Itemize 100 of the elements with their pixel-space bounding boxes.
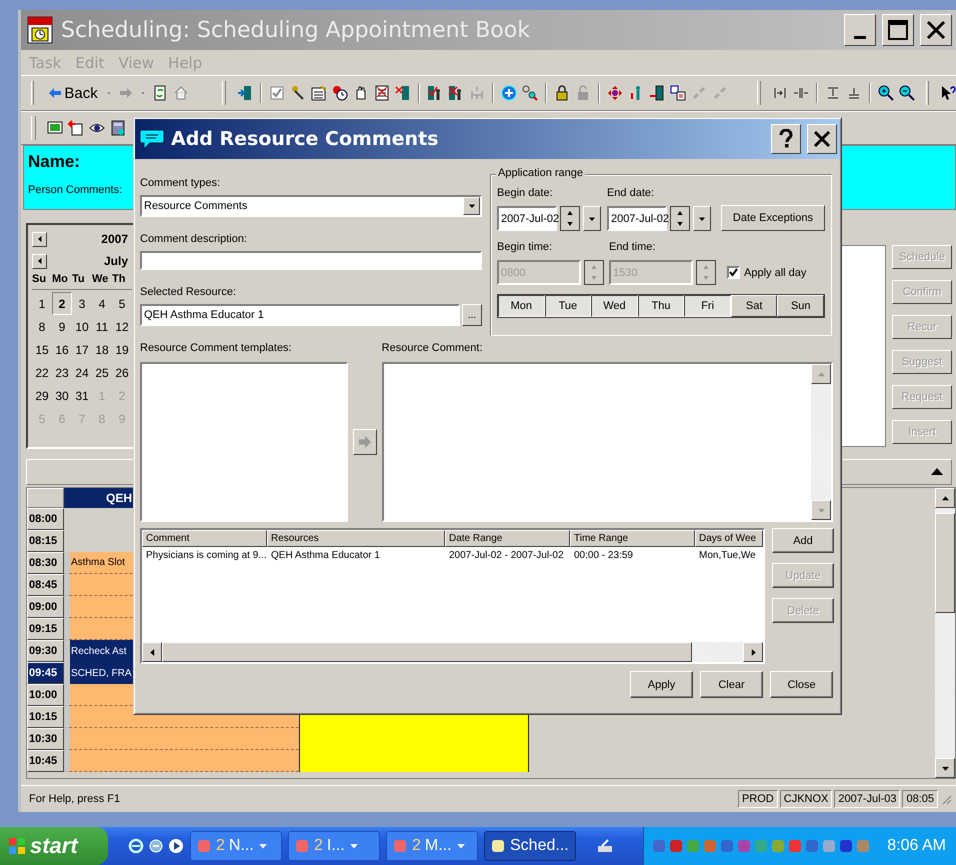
comment-type-dropdown[interactable]: Resource Comments <box>140 195 482 217</box>
templates-list[interactable] <box>140 362 348 522</box>
grid-icon[interactable] <box>670 85 686 101</box>
spin-button[interactable] <box>696 260 716 285</box>
spin-button[interactable] <box>670 206 690 231</box>
time-cell[interactable]: 09:45 <box>27 662 64 684</box>
spin-button[interactable] <box>584 260 604 285</box>
slot-cell[interactable] <box>64 750 299 772</box>
close-button[interactable] <box>807 124 837 154</box>
calculator-icon[interactable] <box>110 120 126 136</box>
dialog-button[interactable]: Close <box>770 671 833 698</box>
calendar-day[interactable]: 4 <box>92 292 112 315</box>
calendar-day[interactable]: 16 <box>52 338 72 361</box>
align-icon[interactable] <box>792 85 809 101</box>
day-toggle[interactable]: Mon <box>498 295 545 317</box>
person-icon[interactable] <box>426 85 443 101</box>
day-toggle[interactable]: Sat <box>730 295 778 317</box>
calendar-day[interactable]: 25 <box>92 361 112 384</box>
zoom-out-icon[interactable] <box>898 85 915 101</box>
taskbar-button[interactable]: Sched... <box>484 831 576 861</box>
resource-field[interactable]: QEH Asthma Educator 1 <box>140 304 460 326</box>
dialog-button[interactable]: Clear <box>700 671 763 698</box>
zoom-in-icon[interactable] <box>878 85 894 101</box>
home-icon[interactable] <box>172 85 189 101</box>
scrollbar[interactable] <box>142 642 763 662</box>
browser-icon[interactable] <box>128 838 144 854</box>
calendar-day[interactable]: 5 <box>112 292 132 315</box>
taskbar-button[interactable]: 2 N... <box>190 831 282 861</box>
help-button[interactable] <box>771 124 801 154</box>
calendar-day[interactable]: 10 <box>72 315 92 338</box>
magnifier-icon[interactable] <box>522 85 538 101</box>
dropdown-button[interactable] <box>583 206 601 231</box>
dialog-button[interactable]: Apply <box>630 671 693 698</box>
list-icon[interactable] <box>374 85 390 101</box>
calendar-day[interactable]: 9 <box>52 315 72 338</box>
day-toggle[interactable]: Wed <box>591 295 638 317</box>
refresh-icon[interactable] <box>152 85 168 101</box>
lock-icon[interactable] <box>554 85 570 101</box>
pushpin-icon[interactable] <box>290 85 306 101</box>
time-cell[interactable]: 09:30 <box>27 640 64 662</box>
time-cell[interactable]: 08:30 <box>27 552 64 574</box>
monitor-icon[interactable] <box>47 120 63 136</box>
time-cell[interactable]: 08:15 <box>27 530 64 552</box>
calendar-day[interactable]: 17 <box>72 338 92 361</box>
calendar-day[interactable]: 24 <box>72 361 92 384</box>
calendar-day[interactable]: 12 <box>112 315 132 338</box>
time-cell[interactable]: 10:45 <box>27 750 64 772</box>
calendar-day[interactable]: 31 <box>72 384 92 407</box>
person-icon[interactable] <box>448 85 464 101</box>
scrollbar[interactable] <box>935 488 955 778</box>
calendar-day[interactable]: 26 <box>112 361 132 384</box>
column-header[interactable]: Date Range <box>445 530 570 547</box>
time-cell[interactable]: 08:45 <box>27 574 64 596</box>
date-exceptions-button[interactable]: Date Exceptions <box>720 205 825 231</box>
plus-icon[interactable] <box>500 85 517 101</box>
spin-button[interactable] <box>560 206 580 231</box>
calendar-day[interactable]: 18 <box>92 338 112 361</box>
document-icon[interactable] <box>68 120 84 136</box>
maximize-button[interactable] <box>882 14 914 46</box>
time-cell[interactable]: 10:15 <box>27 706 64 728</box>
calendar-day[interactable]: 23 <box>52 361 72 384</box>
calendar-day[interactable]: 22 <box>32 361 52 384</box>
previous-year-button[interactable] <box>32 232 47 246</box>
time-cell[interactable]: 09:00 <box>27 596 64 618</box>
insert-button[interactable] <box>352 429 377 455</box>
taskbar-button[interactable]: 2 I... <box>288 831 380 861</box>
checkbox-icon[interactable] <box>268 85 285 101</box>
calendar-day[interactable]: 8 <box>32 315 52 338</box>
pen-icon[interactable] <box>596 838 614 854</box>
time-cell[interactable]: 08:00 <box>27 508 64 530</box>
tray-icon[interactable] <box>839 839 854 853</box>
calendar-day[interactable]: 19 <box>112 338 132 361</box>
calendar-day[interactable]: 30 <box>52 384 72 407</box>
calendar-day[interactable]: 11 <box>92 315 112 338</box>
close-button[interactable] <box>920 14 952 46</box>
column-header[interactable]: Time Range <box>570 530 695 547</box>
dropdown-button[interactable] <box>692 206 711 231</box>
calendar-day[interactable]: 2 <box>52 292 72 315</box>
resize-grip-icon[interactable] <box>940 793 952 805</box>
calendar-day[interactable]: 1 <box>32 292 52 315</box>
date-field[interactable]: 2007-Jul-02 <box>497 206 557 231</box>
list-button[interactable]: Add <box>772 528 834 553</box>
calendar-clock-icon[interactable] <box>25 15 55 45</box>
previous-month-button[interactable] <box>32 254 47 268</box>
date-field[interactable]: 2007-Jul-02 <box>606 206 667 231</box>
description-field[interactable] <box>140 251 482 270</box>
clock-icon[interactable] <box>332 85 348 101</box>
start-button[interactable]: start <box>0 827 108 865</box>
column-header[interactable]: Resources <box>267 530 445 547</box>
calendar-day[interactable]: 3 <box>72 292 92 315</box>
help-icon[interactable] <box>940 85 956 101</box>
column-header[interactable]: Days of Wee <box>695 530 763 547</box>
calendar-day[interactable]: 15 <box>32 338 52 361</box>
form-icon[interactable] <box>310 85 327 101</box>
door-icon[interactable] <box>648 85 665 101</box>
taskbar-button[interactable]: 2 M... <box>386 831 478 861</box>
arrows-icon[interactable] <box>606 85 623 101</box>
slot-cell[interactable] <box>64 728 299 750</box>
time-cell[interactable]: 10:00 <box>27 684 64 706</box>
browse-button[interactable]: ... <box>462 304 482 326</box>
